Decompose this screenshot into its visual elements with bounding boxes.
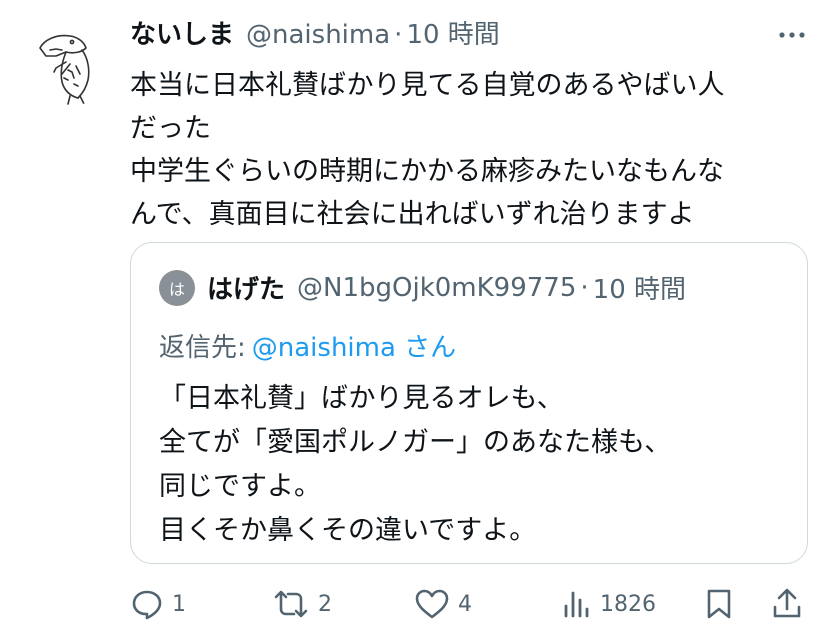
like-count: 4	[458, 591, 472, 617]
retweet-button[interactable]: 2	[272, 586, 332, 622]
reply-bubble-icon	[132, 590, 162, 620]
bookmark-button[interactable]	[704, 586, 734, 622]
user-handle[interactable]: @naishima	[246, 20, 390, 50]
quoted-text-line: 全てが「愛国ポルノガー」のあなた様も、	[159, 427, 672, 458]
separator-dot: ·	[580, 272, 589, 303]
quoted-user-handle[interactable]: @N1bgOjk0mK99775	[297, 273, 576, 303]
share-upload-icon	[773, 588, 801, 618]
views-button[interactable]: 1826	[562, 586, 656, 622]
quoted-avatar[interactable]: は	[159, 269, 195, 306]
quoted-timestamp[interactable]: 10 時間	[593, 269, 686, 306]
quoted-tweet-text: 「日本礼賛」ばかり見るオレも、 全てが「愛国ポルノガー」のあなた様も、 同じです…	[159, 377, 671, 553]
dinosaur-avatar-image	[26, 18, 114, 106]
timestamp[interactable]: 10 時間	[406, 14, 499, 51]
quoted-tweet-header: は はげた @N1bgOjk0mK99775 · 10 時間	[159, 269, 686, 306]
retweet-arrows-icon	[274, 590, 308, 618]
heart-icon	[415, 589, 449, 619]
avatar[interactable]	[26, 18, 114, 106]
tweet-header: ないしま @naishima · 10 時間	[130, 14, 810, 58]
tweet-text-line: んで、真面目に社会に出ればいずれ治りますよ	[130, 199, 695, 230]
like-button[interactable]: 4	[414, 586, 472, 622]
tweet-text-line: だった	[130, 113, 211, 144]
views-count: 1826	[600, 591, 656, 617]
more-options-button[interactable]	[774, 20, 810, 50]
reply-count: 1	[172, 591, 186, 617]
reply-button[interactable]: 1	[130, 586, 186, 622]
bookmark-icon	[707, 589, 731, 619]
quoted-tweet[interactable]: は はげた @N1bgOjk0mK99775 · 10 時間 返信先: @nais…	[130, 242, 808, 564]
retweet-count: 2	[318, 591, 332, 617]
quoted-avatar-letter: は	[168, 279, 185, 299]
tweet-text: 本当に日本礼賛ばかり見てる自覚のあるやばい人 だった 中学生ぐらいの時期にかかる…	[130, 64, 810, 236]
action-bar: 1 2 4 1826	[0, 586, 828, 622]
quoted-text-line: 「日本礼賛」ばかり見るオレも、	[159, 383, 564, 414]
quoted-display-name[interactable]: はげた	[207, 269, 285, 306]
reply-mention-link[interactable]: @naishima さん	[252, 333, 456, 363]
quoted-text-line: 目くそか鼻くその違いですよ。	[159, 515, 537, 546]
tweet-text-line: 中学生ぐらいの時期にかかる麻疹みたいなもんな	[130, 156, 724, 187]
replying-to: 返信先: @naishima さん	[159, 327, 456, 364]
display-name[interactable]: ないしま	[130, 14, 234, 51]
quoted-text-line: 同じですよ。	[159, 471, 321, 502]
tweet: ないしま @naishima · 10 時間 本当に日本礼賛ばかり見てる自覚のあ…	[130, 14, 810, 236]
replying-to-label: 返信先:	[159, 333, 246, 363]
more-horizontal-icon	[779, 32, 805, 38]
tweet-text-line: 本当に日本礼賛ばかり見てる自覚のあるやばい人	[130, 70, 725, 101]
bar-chart-icon	[564, 591, 589, 618]
share-button[interactable]	[770, 586, 804, 622]
separator-dot: ·	[394, 20, 403, 50]
